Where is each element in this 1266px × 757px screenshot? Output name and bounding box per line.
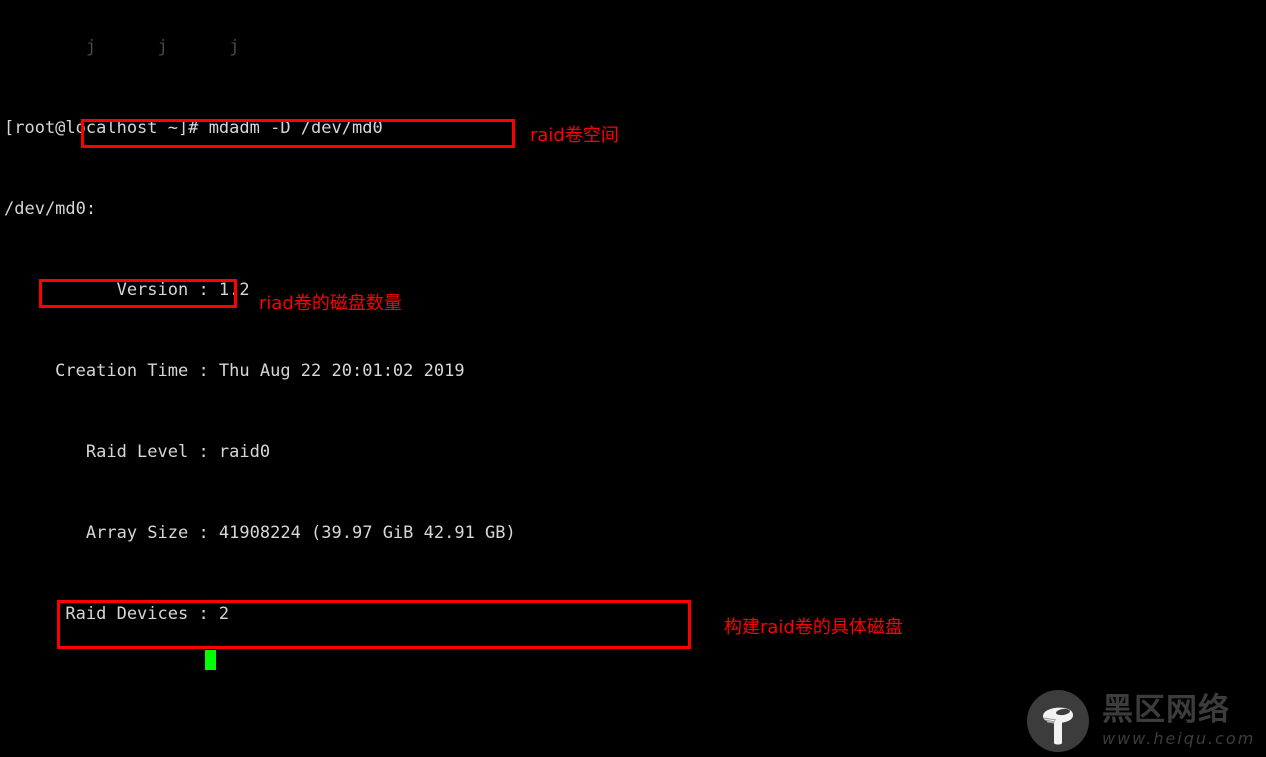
terminal-cursor (205, 650, 216, 670)
terminal-line-partial: j j j (4, 37, 240, 57)
terminal-line-version: Version : 1.2 (4, 280, 250, 300)
mushroom-logo-icon (1027, 690, 1089, 752)
watermark-url: www.heiqu.com (1102, 729, 1256, 748)
terminal-line-array-size: Array Size : 41908224 (39.97 GiB 42.91 G… (4, 523, 516, 543)
watermark-text: 黑区网络 www.heiqu.com (1102, 695, 1255, 747)
annotation-active-devices: riad卷的磁盘数量 (259, 293, 402, 314)
terminal-line-creation-time: Creation Time : Thu Aug 22 20:01:02 2019 (4, 361, 465, 381)
terminal-window: j j j [root@localhost ~]# mdadm -D /dev/… (0, 0, 1266, 757)
annotation-device-table: 构建raid卷的具体磁盘 (724, 617, 903, 638)
terminal-line-command: [root@localhost ~]# mdadm -D /dev/md0 (4, 118, 383, 138)
watermark: 黑区网络 www.heiqu.com (1026, 688, 1254, 754)
terminal-scrollback[interactable]: j j j [root@localhost ~]# mdadm -D /dev/… (0, 0, 1266, 680)
terminal-line-raid-level: Raid Level : raid0 (4, 442, 271, 462)
watermark-brand: 黑区网络 (1102, 692, 1230, 728)
terminal-line-device-node: /dev/md0: (4, 199, 97, 219)
terminal-output: j j j [root@localhost ~]# mdadm -D /dev/… (4, 0, 854, 680)
annotation-array-size: raid卷空间 (530, 125, 619, 146)
